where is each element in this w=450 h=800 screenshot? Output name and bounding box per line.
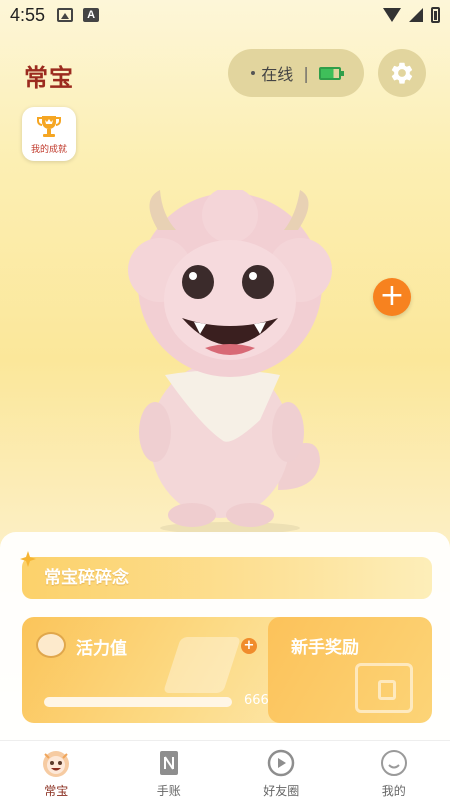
bottom-nav: 常宝 手账 好友圈 我的 <box>0 740 450 800</box>
add-button[interactable]: + <box>373 278 411 316</box>
nav-label: 好友圈 <box>263 784 300 798</box>
plus-icon: + <box>379 278 405 313</box>
mascot-face-icon <box>36 632 66 658</box>
vitality-label: 活力值 <box>76 639 127 659</box>
newbie-reward-card[interactable]: 新手奖励 <box>268 617 432 723</box>
gear-icon <box>391 62 413 84</box>
battery-green-icon <box>318 66 344 80</box>
status-time: 4:55 <box>10 4 46 25</box>
play-circle-icon <box>268 749 295 777</box>
vitality-plus-button[interactable]: + <box>241 638 257 654</box>
nav-label: 手账 <box>156 784 181 798</box>
nav-item-notebook[interactable]: 手账 <box>113 741 226 800</box>
reward-label: 新手奖励 <box>291 638 359 658</box>
a-icon: A <box>83 8 100 22</box>
signal-icon <box>409 8 423 22</box>
achievement-button[interactable]: 我的成就 <box>22 107 76 161</box>
page-title: 常宝 <box>24 64 74 92</box>
vitality-card[interactable]: 活力值 + 666/666 <box>22 617 305 723</box>
murmur-banner[interactable]: 常宝碎碎念 <box>20 551 432 599</box>
status-separator: | <box>303 63 309 83</box>
nav-item-friends[interactable]: 好友圈 <box>225 741 338 800</box>
mascot-icon <box>43 751 70 777</box>
status-dot <box>251 71 256 75</box>
achievement-label: 我的成就 <box>30 144 67 155</box>
wifi-icon <box>383 8 401 22</box>
trophy-icon <box>37 115 61 137</box>
status-bar: 4:55 A <box>0 0 450 30</box>
vitality-progress-bar <box>44 697 232 707</box>
chest-icon <box>355 663 413 713</box>
sparkle-icon <box>20 551 36 567</box>
settings-button[interactable] <box>378 49 426 97</box>
online-status-pill[interactable]: 在线 | <box>228 49 364 97</box>
profile-icon <box>380 750 407 776</box>
notebook-icon <box>159 751 178 775</box>
nav-label: 常宝 <box>44 784 69 798</box>
image-icon <box>57 8 74 22</box>
nav-label: 我的 <box>381 784 406 798</box>
vitality-decoration <box>162 637 242 693</box>
murmur-label: 常宝碎碎念 <box>44 568 129 588</box>
nav-item-changbao[interactable]: 常宝 <box>0 741 113 800</box>
status-text: 在线 <box>261 65 294 84</box>
mascot-image[interactable] <box>120 190 340 535</box>
battery-icon <box>431 7 440 23</box>
vitality-progress-fill <box>44 697 232 707</box>
nav-item-mine[interactable]: 我的 <box>338 741 450 800</box>
